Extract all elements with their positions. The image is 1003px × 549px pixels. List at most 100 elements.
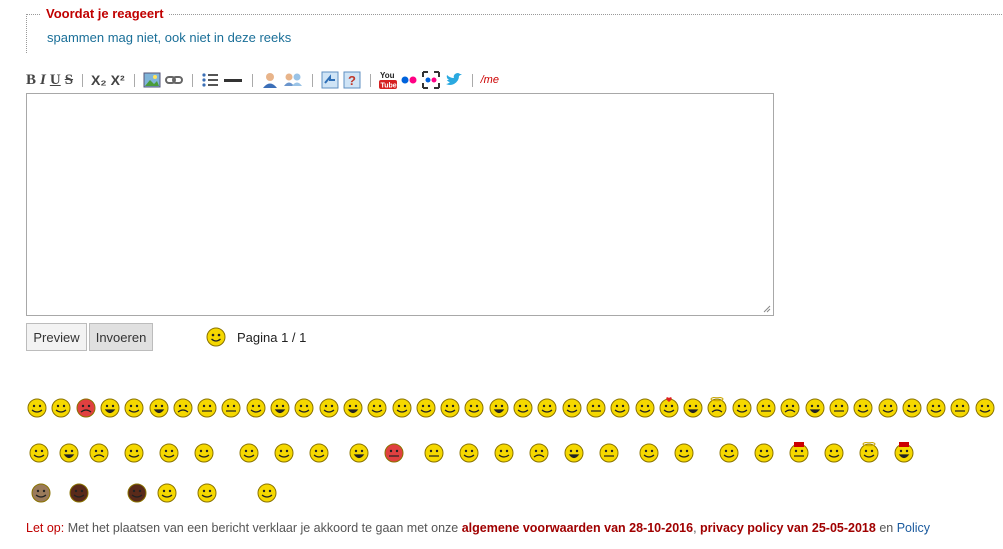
flickr-icon[interactable] xyxy=(401,75,417,85)
emoticon-smiley-icon[interactable] xyxy=(682,397,704,419)
emoticon-smiley-icon[interactable] xyxy=(974,397,996,419)
superscript-button[interactable]: X² xyxy=(111,72,125,88)
emoticon-smiley-icon[interactable] xyxy=(598,442,620,464)
emoticon-smiley-icon[interactable] xyxy=(348,442,370,464)
emoticon-smiley-icon[interactable] xyxy=(318,397,340,419)
message-textarea[interactable] xyxy=(26,93,774,316)
policy-link[interactable]: Policy xyxy=(897,521,930,535)
terms-link[interactable]: algemene voorwaarden van 28-10-2016 xyxy=(462,521,693,535)
emoticon-smiley-icon[interactable] xyxy=(731,397,753,419)
emoticon-smiley-icon[interactable] xyxy=(852,397,874,419)
emoticon-smiley-icon[interactable] xyxy=(877,397,899,419)
help-icon[interactable]: ? xyxy=(343,71,361,89)
emoticon-smiley-icon[interactable] xyxy=(238,442,260,464)
emoticon-smiley-icon[interactable] xyxy=(609,397,631,419)
emoticon-smiley-icon[interactable] xyxy=(26,397,48,419)
emoticon-smiley-icon[interactable] xyxy=(563,442,585,464)
emoticon-smiley-icon[interactable] xyxy=(463,397,485,419)
emoticon-smiley-icon[interactable] xyxy=(893,442,915,464)
emoticon-smiley-icon[interactable] xyxy=(383,442,405,464)
emoticon-smiley-icon[interactable] xyxy=(779,397,801,419)
emoticon-smiley-icon[interactable] xyxy=(342,397,364,419)
emoticon-smiley-icon[interactable] xyxy=(753,442,775,464)
emoticon-smiley-icon[interactable] xyxy=(28,442,50,464)
emoticon-smiley-icon[interactable] xyxy=(158,442,180,464)
emoticon-smiley-icon[interactable] xyxy=(68,482,90,504)
emoticon-smiley-icon[interactable] xyxy=(99,397,121,419)
emoticon-smiley-icon[interactable] xyxy=(123,397,145,419)
emoticon-smiley-icon[interactable] xyxy=(585,397,607,419)
emoticon-smiley-icon[interactable] xyxy=(245,397,267,419)
emoticon-smiley-icon[interactable] xyxy=(949,397,971,419)
emoticon-smiley-icon[interactable] xyxy=(256,482,278,504)
emoticon-smiley-icon[interactable] xyxy=(193,442,215,464)
emoticon-smiley-icon[interactable] xyxy=(828,397,850,419)
emoticon-smiley-icon[interactable] xyxy=(156,482,178,504)
preview-button[interactable]: Preview xyxy=(26,323,87,351)
emoticon-smiley-icon[interactable] xyxy=(658,397,680,419)
emoticon-smiley-icon[interactable] xyxy=(901,397,923,419)
emoticon-smiley-icon[interactable] xyxy=(415,397,437,419)
emoticon-smiley-icon[interactable] xyxy=(788,442,810,464)
bold-button[interactable]: B xyxy=(26,72,36,89)
emoticon-smiley-icon[interactable] xyxy=(858,442,880,464)
emoticon-smiley-icon[interactable] xyxy=(196,397,218,419)
link-icon[interactable] xyxy=(164,74,183,86)
resize-grip-icon[interactable] xyxy=(763,305,771,313)
twitter-icon[interactable] xyxy=(445,72,463,88)
toolbar-divider xyxy=(82,73,84,87)
footer-and: en xyxy=(875,521,897,535)
emoticon-smiley-icon[interactable] xyxy=(50,397,72,419)
flickr-frame-icon[interactable] xyxy=(421,70,441,90)
emoticon-smiley-icon[interactable] xyxy=(706,397,728,419)
emoticon-smiley-icon[interactable] xyxy=(673,442,695,464)
emoticon-smiley-icon[interactable] xyxy=(755,397,777,419)
emoticon-smiley-icon[interactable] xyxy=(123,442,145,464)
underline-button[interactable]: U xyxy=(50,72,61,89)
emoticon-smiley-icon[interactable] xyxy=(196,482,218,504)
emoticon-smiley-icon[interactable] xyxy=(804,397,826,419)
emoticon-smiley-icon[interactable] xyxy=(634,397,656,419)
me-action-button[interactable]: /me xyxy=(481,74,499,86)
horizontal-rule-icon[interactable] xyxy=(223,75,243,85)
emoticon-smiley-icon[interactable] xyxy=(638,442,660,464)
emoticon-smiley-icon[interactable] xyxy=(512,397,534,419)
emoticon-smiley-icon[interactable] xyxy=(366,397,388,419)
italic-button[interactable]: I xyxy=(40,72,46,89)
emoticon-smiley-icon[interactable] xyxy=(220,397,242,419)
emoticon-smiley-icon[interactable] xyxy=(561,397,583,419)
emoticon-smiley-icon[interactable] xyxy=(293,397,315,419)
emoticon-smiley-icon[interactable] xyxy=(58,442,80,464)
user-share-icon[interactable] xyxy=(283,71,303,89)
emoticon-smiley-icon[interactable] xyxy=(269,397,291,419)
emoticon-smiley-icon[interactable] xyxy=(439,397,461,419)
emoticon-smiley-icon[interactable] xyxy=(823,442,845,464)
emoticon-smiley-icon[interactable] xyxy=(391,397,413,419)
emoticon-smiley-icon[interactable] xyxy=(126,482,148,504)
emoticon-smiley-icon[interactable] xyxy=(273,442,295,464)
emoticon-smiley-icon[interactable] xyxy=(148,397,170,419)
emoticon-smiley-icon[interactable] xyxy=(423,442,445,464)
emoticon-smiley-icon[interactable] xyxy=(30,482,52,504)
subscript-button[interactable]: X₂ xyxy=(91,72,107,88)
privacy-link[interactable]: privacy policy van 25-05-2018 xyxy=(700,521,876,535)
strikethrough-button[interactable]: S xyxy=(65,72,73,89)
emoticon-smiley-icon[interactable] xyxy=(493,442,515,464)
quote-icon[interactable] xyxy=(321,71,339,89)
youtube-icon[interactable]: You Tube xyxy=(378,70,397,90)
emoticon-smiley-icon[interactable] xyxy=(536,397,558,419)
image-icon[interactable] xyxy=(143,72,161,88)
list-icon[interactable] xyxy=(201,72,219,88)
emoticon-smiley-icon[interactable] xyxy=(925,397,947,419)
smiley-icon[interactable] xyxy=(206,327,226,347)
emoticon-smiley-icon[interactable] xyxy=(172,397,194,419)
emoticon-smiley-icon[interactable] xyxy=(528,442,550,464)
emoticon-smiley-icon[interactable] xyxy=(718,442,740,464)
emoticon-smiley-icon[interactable] xyxy=(75,397,97,419)
user-mention-icon[interactable] xyxy=(261,71,279,89)
emoticon-smiley-icon[interactable] xyxy=(88,442,110,464)
submit-button[interactable]: Invoeren xyxy=(89,323,153,351)
emoticon-smiley-icon[interactable] xyxy=(488,397,510,419)
emoticon-smiley-icon[interactable] xyxy=(458,442,480,464)
emoticon-smiley-icon[interactable] xyxy=(308,442,330,464)
